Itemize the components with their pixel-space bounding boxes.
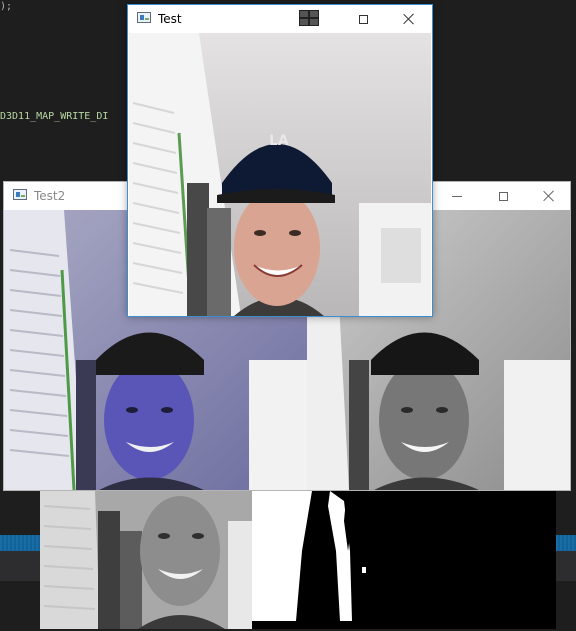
grayscale-preview-image [40, 491, 252, 629]
app-window-icon [13, 189, 27, 200]
camera-view: LA [129, 33, 431, 316]
maximize-button[interactable] [480, 182, 526, 210]
close-button[interactable] [526, 182, 572, 210]
minimize-icon [312, 19, 322, 20]
titlebar[interactable]: Test [128, 5, 432, 33]
binary-mask-panel [252, 491, 556, 629]
close-icon [403, 13, 415, 25]
code-line: ); [0, 1, 13, 12]
window-title: Test [158, 12, 182, 26]
code-line: D3D11_MAP_WRITE_DI [0, 111, 109, 122]
grayscale-preview-panel [40, 491, 252, 629]
window-test[interactable]: Test LA [127, 4, 433, 317]
maximize-icon [498, 191, 508, 201]
maximize-button[interactable] [340, 5, 386, 33]
camera-frame-image: LA [129, 33, 431, 316]
binary-mask-image [252, 491, 556, 629]
maximize-icon [358, 14, 368, 24]
minimize-icon [452, 195, 462, 197]
window-title: Test2 [34, 189, 66, 203]
app-window-icon [137, 12, 151, 23]
svg-text:LA: LA [269, 133, 289, 149]
close-icon [543, 190, 555, 202]
minimize-button[interactable] [434, 182, 480, 210]
close-button[interactable] [386, 5, 432, 33]
